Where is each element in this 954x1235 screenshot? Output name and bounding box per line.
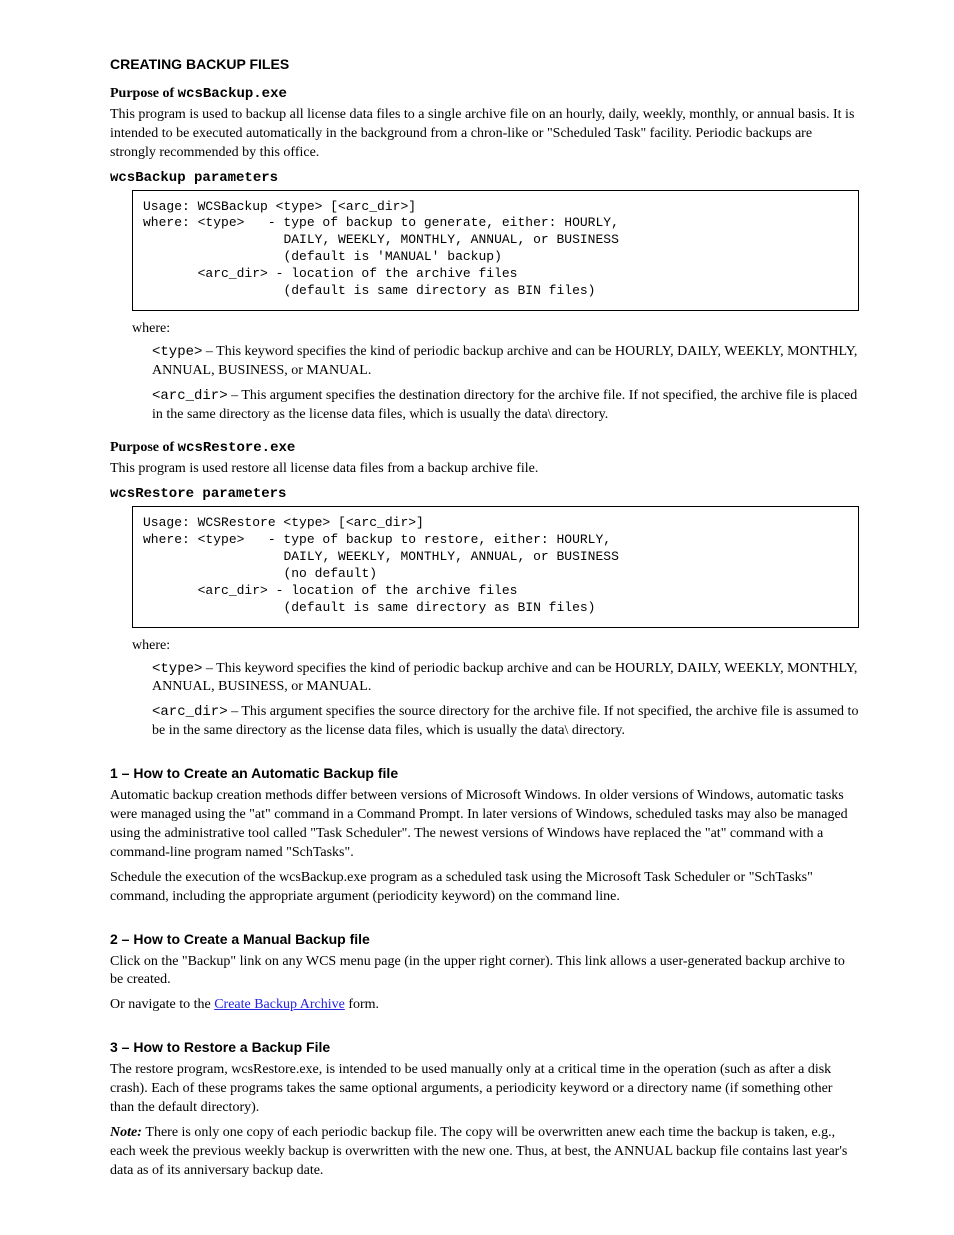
backup-usage-box: Usage: WCSBackup <type> [<arc_dir>] wher… — [132, 190, 859, 311]
where-def: This keyword specifies the kind of perio… — [152, 344, 857, 378]
section-2-title: 2 – How to Create a Manual Backup file — [110, 931, 859, 947]
note-text: There is only one copy of each periodic … — [110, 1125, 847, 1178]
where-def: This argument specifies the source direc… — [152, 704, 858, 738]
backup-heading: Purpose of wcsBackup.exe — [110, 86, 859, 102]
section-2-para-2: Or navigate to the Create Backup Archive… — [110, 996, 859, 1015]
section-3-para-1: The restore program, wcsRestore.exe, is … — [110, 1061, 859, 1118]
where-def: This keyword specifies the kind of perio… — [152, 661, 857, 695]
section-1-para-1: Automatic backup creation methods differ… — [110, 787, 859, 863]
section-1-title: 1 – How to Create an Automatic Backup fi… — [110, 765, 859, 781]
where-line: <arc_dir> – This argument specifies the … — [152, 703, 859, 741]
restore-heading: Purpose of wcsRestore.exe — [110, 440, 859, 456]
section-1-para-2: Schedule the execution of the wcsBackup.… — [110, 869, 859, 907]
section-2-para-2b: form. — [345, 997, 379, 1012]
where-line: <type> – This keyword specifies the kind… — [152, 660, 859, 698]
backup-heading-prefix: Purpose of — [110, 86, 178, 101]
restore-heading-prefix: Purpose of — [110, 440, 178, 455]
restore-usage-box: Usage: WCSRestore <type> [<arc_dir>] whe… — [132, 506, 859, 627]
restore-heading-code: wcsRestore.exe — [178, 440, 296, 456]
create-backup-link[interactable]: Create Backup Archive — [214, 997, 345, 1012]
restore-box-title: wcsRestore parameters — [110, 486, 286, 502]
backup-box-title: wcsBackup parameters — [110, 170, 278, 186]
restore-where-label: where: — [132, 638, 859, 654]
where-term: <type> — [152, 661, 202, 677]
where-term: <arc_dir> — [152, 388, 228, 404]
where-term: <type> — [152, 344, 202, 360]
backup-description: This program is used to backup all licen… — [110, 106, 859, 163]
backup-where-label: where: — [132, 321, 859, 337]
section-2-para-2a: Or navigate to the — [110, 997, 214, 1012]
restore-description: This program is used restore all license… — [110, 460, 859, 479]
section-heading: CREATING BACKUP FILES — [110, 56, 859, 72]
note-prefix: Note: — [110, 1125, 145, 1140]
backup-heading-code: wcsBackup.exe — [178, 86, 287, 102]
where-def: This argument specifies the destination … — [152, 388, 857, 422]
section-2-para-1: Click on the "Backup" link on any WCS me… — [110, 953, 859, 991]
section-3-note: Note: There is only one copy of each per… — [110, 1124, 859, 1181]
where-term: <arc_dir> — [152, 704, 228, 720]
section-3-title: 3 – How to Restore a Backup File — [110, 1039, 859, 1055]
where-line: <type> – This keyword specifies the kind… — [152, 343, 859, 381]
where-line: <arc_dir> – This argument specifies the … — [152, 387, 859, 425]
